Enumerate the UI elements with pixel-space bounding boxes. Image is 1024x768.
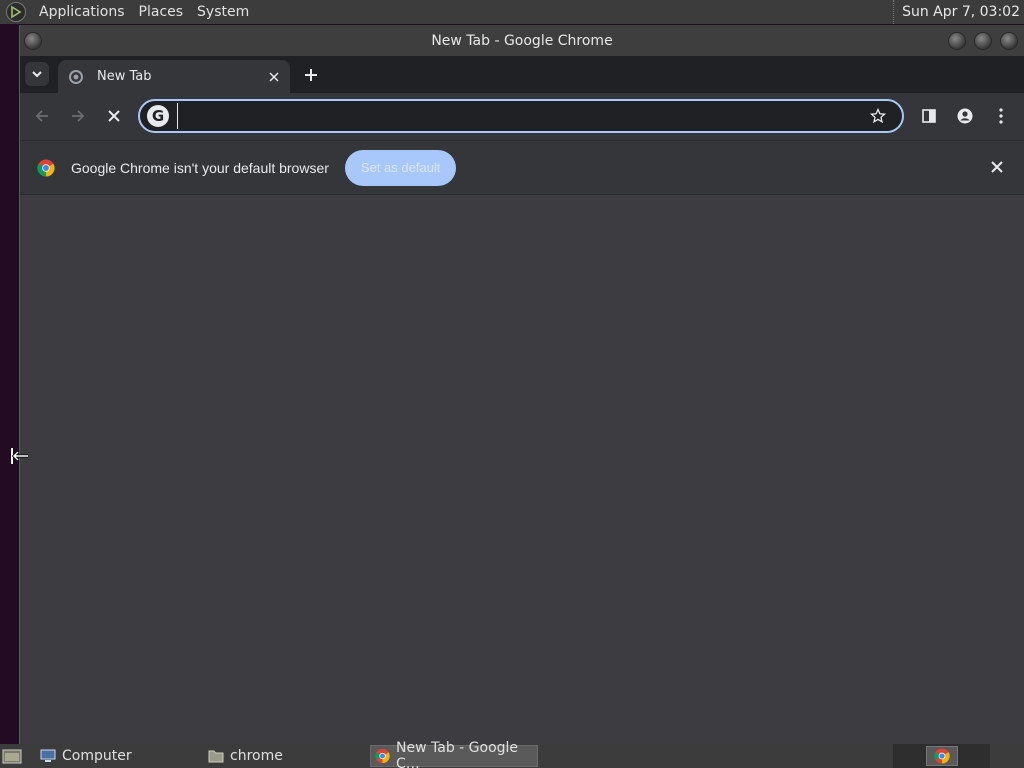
taskbar-item-chrome-window[interactable]: New Tab - Google C… — [370, 740, 538, 768]
new-tab-button[interactable] — [301, 65, 321, 85]
chrome-window: New Tab - Google Chrome New Tab G Google… — [19, 25, 1024, 744]
google-g-icon: G — [147, 105, 169, 127]
tab-title: New Tab — [97, 69, 152, 84]
applications-menu[interactable]: Applications — [32, 0, 132, 24]
window-menu-button[interactable] — [24, 32, 42, 50]
chrome-icon — [934, 748, 950, 764]
taskbar-item-label: Computer — [62, 748, 132, 764]
address-bar[interactable]: G — [138, 99, 904, 133]
set-as-default-button[interactable]: Set as default — [344, 149, 457, 186]
kebab-menu-icon — [999, 108, 1003, 124]
tab-new-tab[interactable]: New Tab — [58, 60, 290, 93]
chrome-icon — [375, 748, 390, 764]
close-icon — [991, 161, 1003, 173]
top-panel: Applications Places System Sun Apr 7, 03… — [0, 0, 1024, 24]
person-icon — [957, 108, 973, 124]
plus-icon — [305, 69, 317, 81]
show-desktop-icon[interactable] — [2, 747, 22, 765]
side-panel-button[interactable] — [917, 104, 941, 128]
system-menu[interactable]: System — [190, 0, 256, 24]
bookmark-star-button[interactable] — [866, 104, 890, 128]
chrome-logo-icon — [37, 159, 55, 177]
tab-close-button[interactable] — [266, 69, 282, 85]
chrome-menu-button[interactable] — [989, 104, 1013, 128]
bottom-taskbar: Computer chrome New Tab - Google C… — [0, 740, 1024, 768]
arrow-right-icon — [72, 110, 85, 122]
workspace-switcher-chrome[interactable] — [926, 746, 958, 766]
taskbar-item-label: chrome — [230, 748, 283, 764]
resize-cursor-icon — [11, 448, 28, 464]
profile-button[interactable] — [953, 104, 977, 128]
computer-icon — [40, 749, 56, 762]
infobar-close-button[interactable] — [988, 158, 1006, 176]
close-icon — [108, 110, 120, 122]
forward-button[interactable] — [66, 104, 90, 128]
taskbar-item-label: New Tab - Google C… — [396, 740, 519, 768]
tab-strip: New Tab — [20, 56, 1024, 93]
page-content[interactable] — [20, 195, 1024, 744]
omnibox-input[interactable] — [177, 103, 866, 129]
back-button[interactable] — [30, 104, 54, 128]
browser-toolbar: G — [20, 93, 1024, 140]
stop-loading-button[interactable] — [102, 104, 126, 128]
close-icon — [269, 71, 279, 82]
window-title: New Tab - Google Chrome — [431, 32, 613, 49]
folder-icon — [208, 750, 224, 763]
chevron-down-icon — [32, 71, 42, 78]
default-browser-infobar: Google Chrome isn't your default browser… — [20, 140, 1024, 195]
minimize-button[interactable] — [948, 32, 966, 50]
maximize-button[interactable] — [974, 32, 992, 50]
star-icon — [870, 108, 886, 124]
distro-logo-icon[interactable] — [6, 2, 26, 22]
taskbar-item-computer[interactable]: Computer — [36, 745, 196, 767]
infobar-message: Google Chrome isn't your default browser — [71, 159, 329, 176]
close-window-button[interactable] — [1000, 32, 1018, 50]
places-menu[interactable]: Places — [132, 0, 191, 24]
loading-spinner-icon — [69, 69, 83, 84]
taskbar-item-chrome-folder[interactable]: chrome — [204, 745, 364, 767]
clock[interactable]: Sun Apr 7, 03:02 — [893, 0, 1020, 24]
side-panel-icon — [922, 109, 936, 123]
tab-search-button[interactable] — [25, 62, 49, 86]
arrow-left-icon — [35, 110, 48, 122]
window-titlebar[interactable]: New Tab - Google Chrome — [20, 25, 1024, 56]
desktop-background — [0, 24, 19, 744]
